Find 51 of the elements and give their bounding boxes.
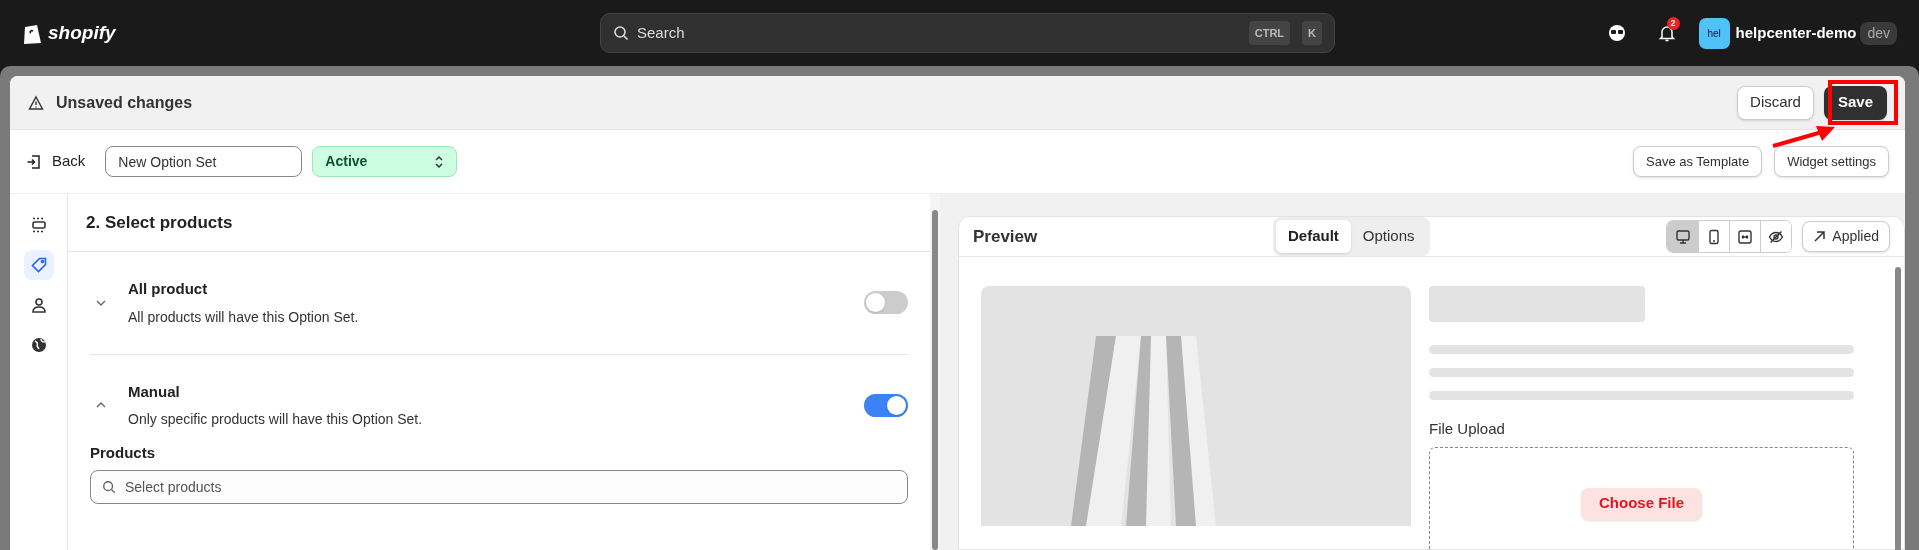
store-name[interactable]: helpcenter-demo bbox=[1735, 21, 1857, 45]
store-avatar[interactable]: hel bbox=[1698, 17, 1730, 49]
toggle-switch[interactable] bbox=[864, 393, 908, 417]
name-field[interactable]: New Option Set bbox=[105, 146, 303, 177]
search-field[interactable]: Search CTRL K bbox=[600, 13, 1335, 53]
upload-dropzone[interactable]: Choose File bbox=[1429, 446, 1854, 550]
list-icon bbox=[29, 216, 48, 234]
choose-file-button[interactable]: Choose File bbox=[1581, 487, 1702, 520]
logo[interactable]: shopify bbox=[48, 18, 116, 48]
search-icon bbox=[102, 479, 116, 494]
annotation-arrow bbox=[1770, 124, 1837, 148]
tab[interactable]: Options bbox=[1350, 220, 1427, 253]
device-button[interactable] bbox=[1760, 221, 1792, 252]
preview-title: Preview bbox=[973, 225, 1039, 248]
tab[interactable]: Default bbox=[1276, 220, 1351, 253]
search-placeholder: Search bbox=[637, 22, 686, 43]
file-upload-label: File Upload bbox=[1429, 419, 1506, 439]
search-icon bbox=[613, 25, 629, 41]
desktop-icon bbox=[1674, 228, 1691, 245]
key-badge: CTRL bbox=[1248, 20, 1291, 46]
option-title: Manual bbox=[128, 381, 181, 402]
save-template-button[interactable]: Save as Template bbox=[1633, 146, 1763, 177]
option-title: All product bbox=[128, 279, 209, 299]
arrow-icon bbox=[1813, 230, 1827, 243]
back-button[interactable]: Back bbox=[26, 150, 86, 173]
chevron-updown-icon bbox=[434, 154, 445, 169]
unsaved-message: Unsaved changes bbox=[56, 92, 194, 113]
eye-slash-icon bbox=[1768, 228, 1785, 245]
warning-icon bbox=[28, 94, 44, 111]
save-button[interactable]: Save bbox=[1823, 85, 1887, 120]
scrollbar[interactable] bbox=[930, 194, 940, 550]
products-search-field[interactable]: Select products bbox=[90, 469, 908, 504]
store-badge: dev bbox=[1860, 21, 1897, 45]
products-label: Products bbox=[90, 443, 156, 463]
tag-icon bbox=[29, 256, 48, 274]
toggle-switch[interactable] bbox=[864, 291, 908, 315]
highlight-box bbox=[1828, 80, 1898, 125]
person-icon bbox=[29, 296, 48, 314]
widget-settings-button[interactable]: Widget settings bbox=[1774, 146, 1889, 177]
option-description: All products will have this Option Set. bbox=[128, 307, 360, 327]
applied-button[interactable]: Applied bbox=[1802, 221, 1890, 252]
face-icon[interactable] bbox=[1606, 23, 1627, 43]
section-title: 2. Select products bbox=[68, 194, 930, 252]
key-badge: K bbox=[1302, 20, 1322, 46]
status-select[interactable]: Active bbox=[312, 146, 458, 177]
notification-badge: 2 bbox=[1666, 17, 1680, 30]
option-description: Only specific products will have this Option Set. bbox=[128, 410, 424, 429]
exit-icon bbox=[26, 153, 42, 170]
expand-icon bbox=[1737, 228, 1754, 245]
discard-button[interactable]: Discard bbox=[1737, 85, 1814, 120]
globe-icon bbox=[29, 336, 48, 354]
